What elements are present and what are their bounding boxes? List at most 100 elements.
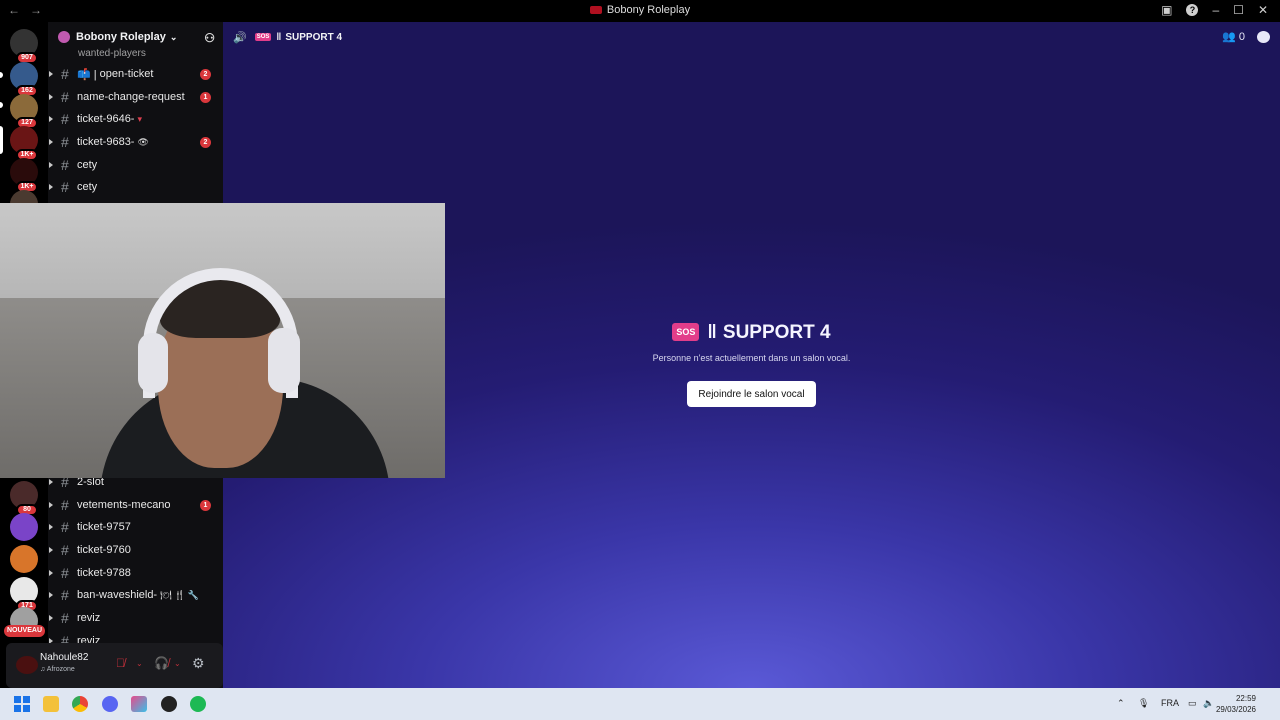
member-count: 0 [1238,31,1245,43]
channel-name-change-request[interactable]: # name-change-request 1 [48,86,223,108]
username[interactable]: Nahoule82 [40,652,88,663]
spotify-icon[interactable] [190,696,206,712]
expand-arrow-icon [49,71,53,77]
chat-icon[interactable] [1257,30,1270,43]
help-icon[interactable]: ? [1186,4,1199,16]
members-icon[interactable]: 👥 0 [1222,30,1245,43]
server-name: Bobony Roleplay [76,31,166,43]
channel-ticket-9646[interactable]: # ticket-9646- ▾ [48,108,223,130]
app-logo-icon [589,6,602,14]
channel-name: cety [77,159,98,171]
headphones-muted-icon[interactable]: 🎧̸ [154,656,169,670]
home-button[interactable]: 907 [10,29,38,64]
network-icon[interactable]: ▭ [1188,698,1197,709]
sos-badge: SOS [254,33,272,41]
app-icon[interactable] [131,696,147,712]
obs-icon[interactable] [161,696,177,712]
webcam-overlay [0,203,445,478]
file-explorer-icon[interactable] [43,696,59,712]
hash-icon: # [61,519,69,535]
center-title-text: SUPPORT 4 [722,322,831,343]
channel-name: reviz [77,612,101,624]
mention-badge: 1 [200,92,211,103]
add-member-icon[interactable]: ⚇ [204,31,215,45]
channel-name: name-change-request [77,91,185,103]
hash-icon: # [61,610,69,626]
server-icon[interactable]: 127 [10,94,38,129]
mention-badge: 1 [200,500,211,511]
channel-name: ban-waveshield- [77,589,158,601]
channel-vetements-mecano[interactable]: # vetements-mecano 1 [48,494,223,516]
hash-icon: # [61,89,69,105]
server-icon[interactable]: 1K+ [10,126,38,161]
server-icon [58,31,70,43]
close-button[interactable]: ✕ [1258,3,1268,17]
taskbar: ⌃ 🎙 FRA ▭ 🔈 22:59 29/03/2026 [0,688,1280,720]
channel-ticket-9788[interactable]: # ticket-9788 [48,562,223,584]
user-status: ♫ Afrozone [40,666,75,673]
chevron-down-icon[interactable]: ⌄ [174,659,181,668]
minimize-button[interactable]: – [1212,3,1219,17]
expand-arrow-icon [49,524,53,530]
chevron-down-icon[interactable]: ⌄ [136,659,143,668]
window-title: Bobony Roleplay [0,4,1280,16]
join-voice-button[interactable]: Rejoindre le salon vocal [687,381,816,407]
new-badge: NOUVEAU [4,625,46,637]
mention-badge: 2 [200,137,211,148]
hash-icon: # [61,587,69,603]
windows-start-icon[interactable] [14,696,30,712]
server-icon[interactable]: 171 [10,577,38,612]
system-clock[interactable]: 22:59 29/03/2026 [1216,693,1256,715]
expand-arrow-icon [49,547,53,553]
channel-name: ticket-9683- [77,136,135,148]
expand-arrow-icon [49,162,53,168]
channel-cety[interactable]: # cety [48,176,223,198]
channel-emoji: ▾ [137,113,143,124]
chrome-icon[interactable] [72,696,88,712]
window-title-text: Bobony Roleplay [606,4,691,16]
server-icon[interactable]: 80 [10,481,38,516]
channel-name: ticket-9760 [77,544,131,556]
channel-ticket-9683[interactable]: # ticket-9683- 👁 2 [48,131,223,153]
tray-overflow-icon[interactable]: ⌃ [1117,698,1125,709]
webcam-headset-cup [138,333,168,393]
channel-ban-waveshield[interactable]: # ban-waveshield- 🍽 🍴 🔧 [48,584,223,606]
mic-muted-icon[interactable]: 🎙̸ [116,656,125,670]
channel-name: ticket-9757 [77,521,131,533]
bars-icon: ‖ [707,322,717,343]
hash-icon: # [61,134,69,150]
language-indicator[interactable]: FRA [1161,698,1179,708]
expand-arrow-icon [49,479,53,485]
gear-icon[interactable]: ⚙ [192,655,205,672]
server-icon[interactable] [10,513,38,541]
channel-name: vetements-mecano [77,499,171,511]
volume-icon[interactable]: 🔈 [1203,698,1214,709]
expand-arrow-icon [49,116,53,122]
discord-icon[interactable] [102,696,118,712]
hash-icon: # [61,66,69,82]
clock-date: 29/03/2026 [1215,705,1256,714]
hash-icon: # [61,542,69,558]
microphone-icon[interactable]: 🎙 [1138,698,1149,709]
expand-arrow-icon [49,570,53,576]
channel-name: open-ticket [99,68,154,80]
channel-open-ticket[interactable]: # 📫 | open-ticket 2 [48,63,223,85]
server-icon[interactable]: 162 [10,62,38,97]
avatar[interactable] [16,656,38,674]
channel-cety[interactable]: # cety [48,154,223,176]
expand-arrow-icon [49,592,53,598]
server-icon[interactable] [10,545,38,573]
channel-ticket-9757[interactable]: # ticket-9757 [48,516,223,538]
selected-pill [0,126,3,154]
maximize-button[interactable]: ☐ [1233,3,1244,17]
unread-pill [0,102,3,108]
title-bar: ← → Bobony Roleplay ▣ ? – ☐ ✕ [0,0,1280,22]
screen-share-icon[interactable]: ▣ [1161,3,1172,17]
channel-title: SUPPORT 4 [285,31,343,43]
channel-cut[interactable]: wanted-players [78,48,146,59]
channel-reviz[interactable]: # reviz [48,607,223,629]
channel-emoji: 🍽 🍴 🔧 [160,589,199,600]
server-icon[interactable]: 1K+ [10,158,38,193]
channel-ticket-9760[interactable]: # ticket-9760 [48,539,223,561]
clock-time: 22:59 [1235,694,1256,703]
